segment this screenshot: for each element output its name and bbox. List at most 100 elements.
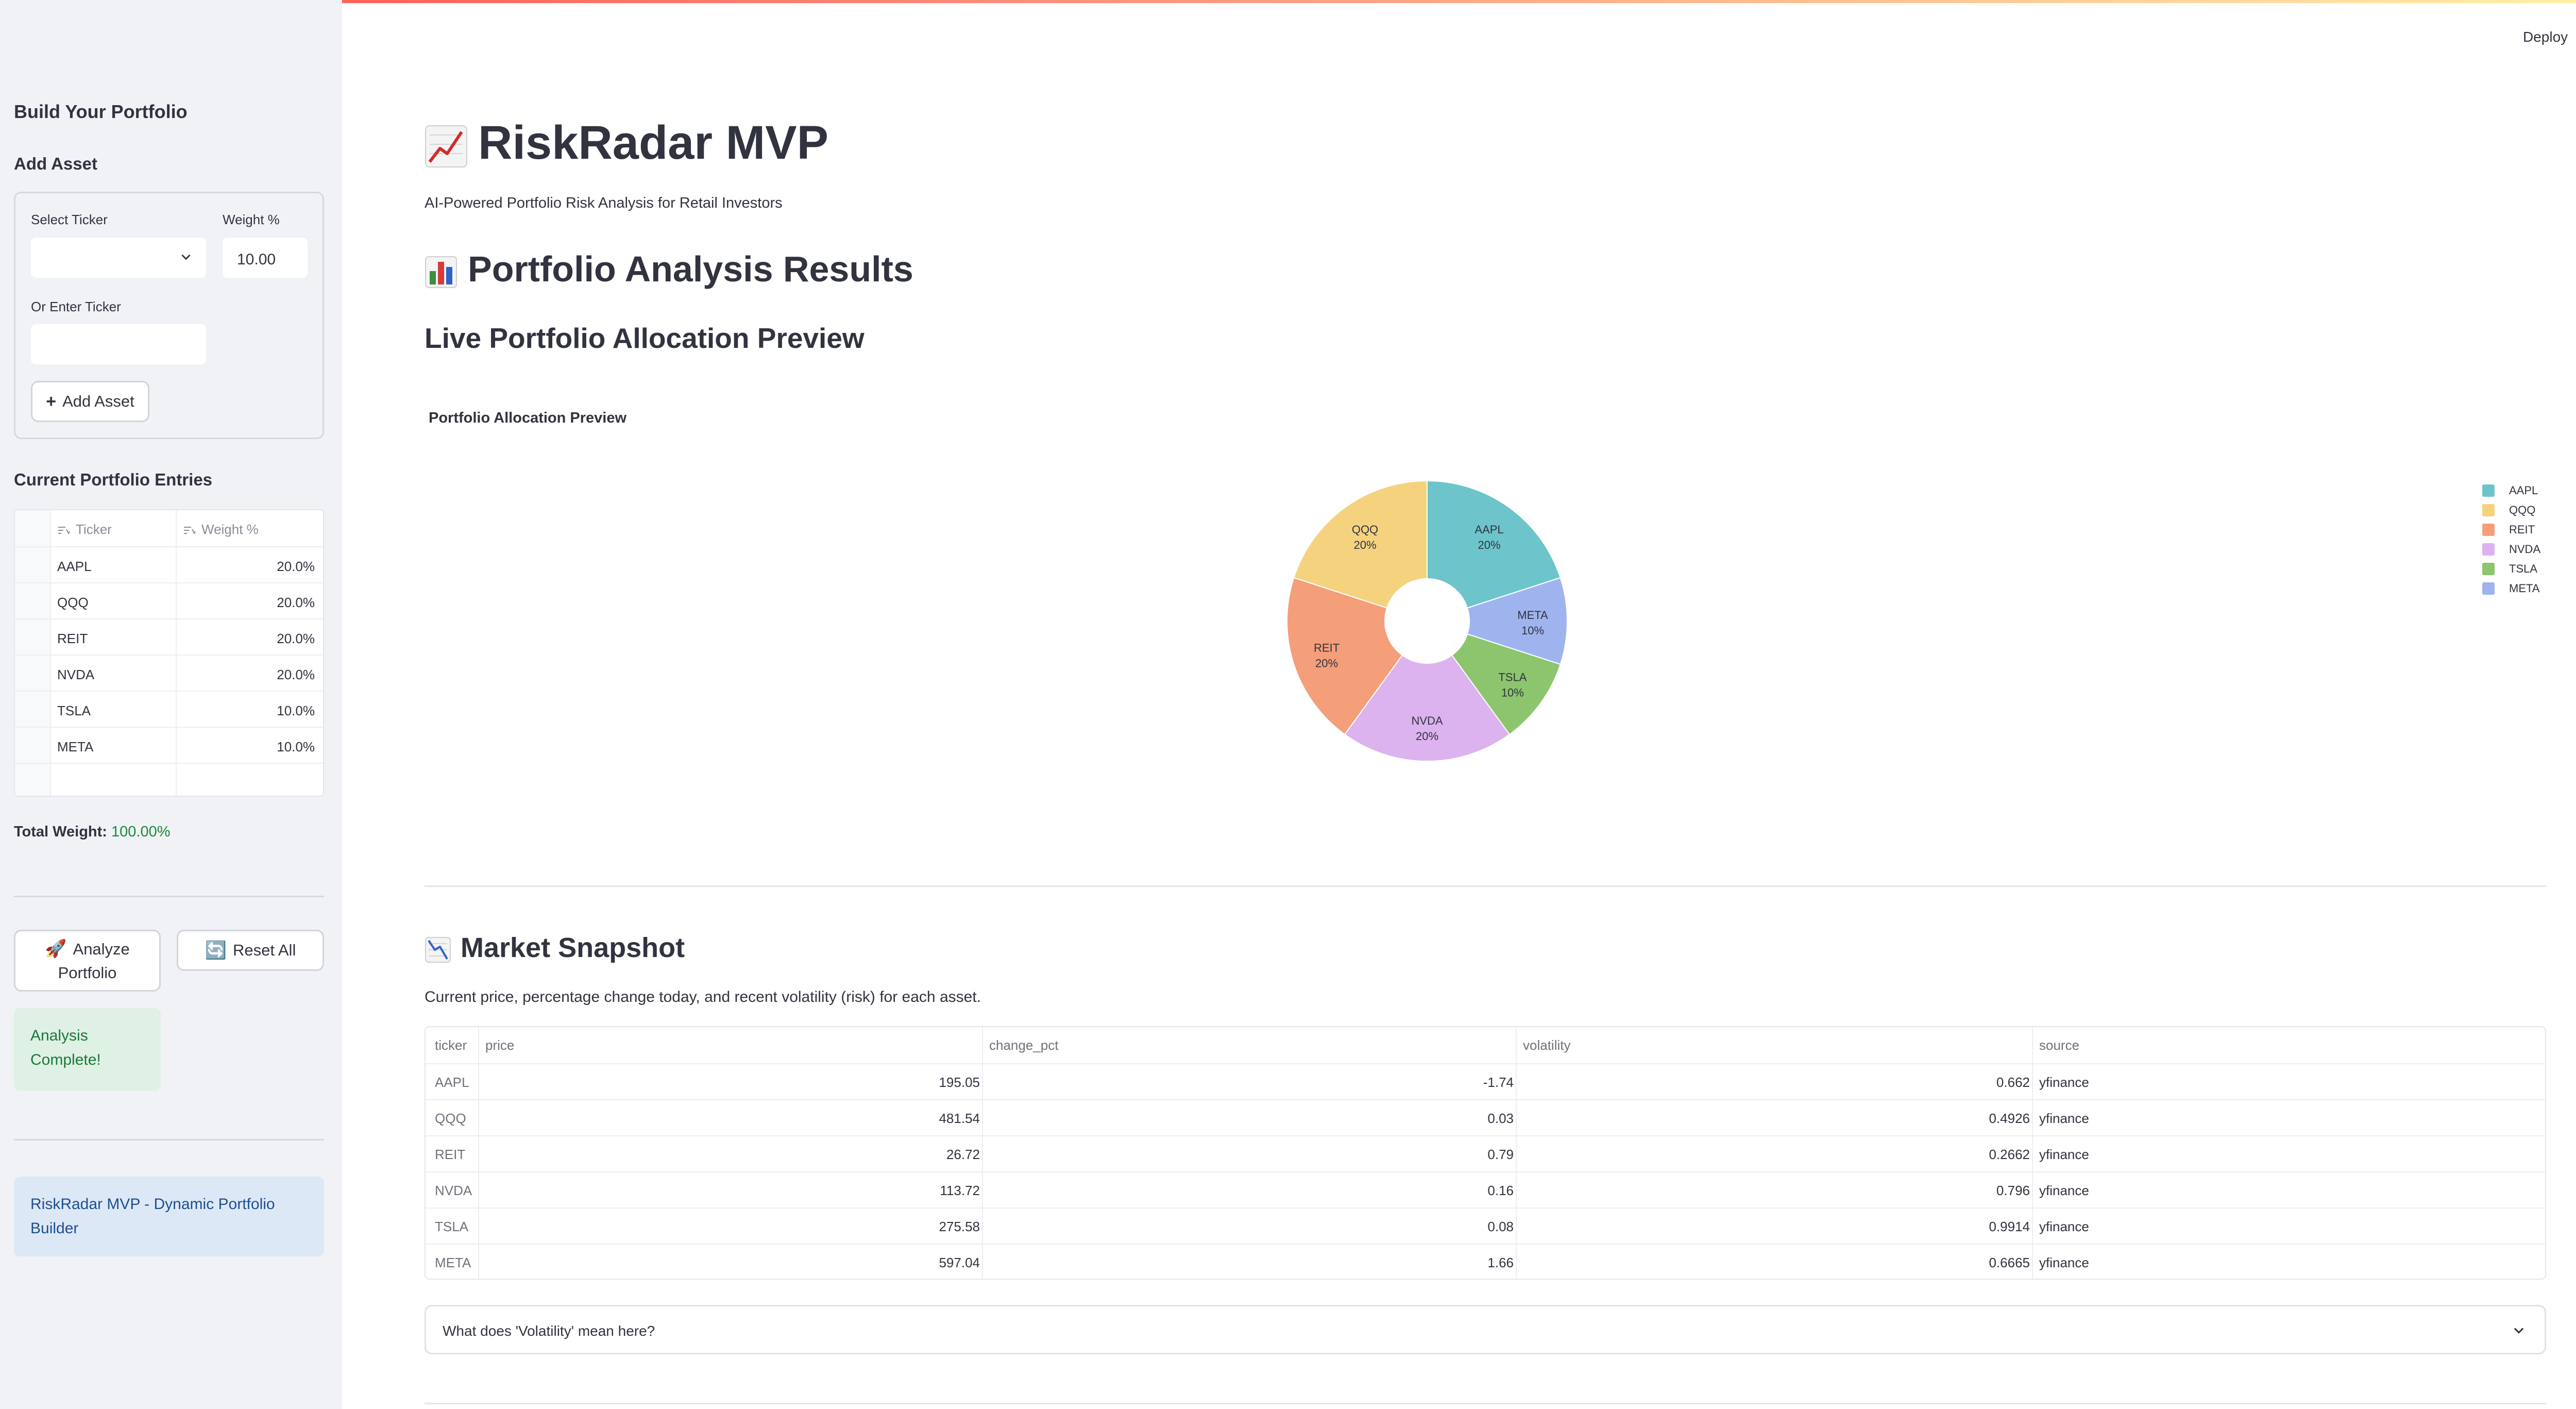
table-row[interactable]: TSLA 275.58 0.08 0.9914 yfinance <box>426 1207 2545 1244</box>
ticker-cell[interactable]: AAPL <box>57 559 92 575</box>
table-row[interactable]: NVDA 113.72 0.16 0.796 yfinance <box>426 1171 2545 1207</box>
text-column-icon <box>184 527 196 535</box>
source-cell[interactable]: yfinance <box>2039 1255 2089 1271</box>
volatility-cell[interactable]: 0.4926 <box>1989 1111 2030 1127</box>
change-pct-cell[interactable]: 0.08 <box>1487 1219 1514 1235</box>
enter-ticker-input[interactable] <box>31 324 206 364</box>
ticker-cell[interactable]: META <box>57 739 93 755</box>
change-pct-cell[interactable]: -1.74 <box>1483 1075 1514 1091</box>
info-message-line2: Builder <box>30 1220 79 1237</box>
slice-percent-label: 20% <box>1478 539 1500 551</box>
source-cell[interactable]: yfinance <box>2039 1147 2089 1163</box>
ticker-cell[interactable]: AAPL <box>435 1075 469 1091</box>
market-snapshot-table[interactable]: ticker price change_pct volatility sourc… <box>425 1026 2546 1280</box>
text-column-icon <box>58 527 70 535</box>
sidebar-divider <box>14 896 324 897</box>
success-message-line2: Complete! <box>30 1051 101 1068</box>
page-subtitle: AI-Powered Portfolio Risk Analysis for R… <box>425 195 783 211</box>
column-header-source[interactable]: source <box>2039 1037 2079 1053</box>
table-row[interactable]: AAPL 20.0% <box>15 546 323 582</box>
ticker-cell[interactable]: NVDA <box>57 667 94 683</box>
allocation-donut-chart[interactable]: AAPL 20% META 10% TSLA 10% NVDA 20% REIT 20% QQQ 20… <box>1278 472 1577 770</box>
legend-swatch <box>2482 504 2495 516</box>
source-cell[interactable]: yfinance <box>2039 1219 2089 1235</box>
slice-percent-label: 10% <box>1521 624 1544 637</box>
ticker-cell[interactable]: REIT <box>435 1147 465 1163</box>
weight-cell[interactable]: 20.0% <box>277 631 315 647</box>
ticker-cell[interactable]: REIT <box>57 631 88 647</box>
column-header-volatility[interactable]: volatility <box>1523 1037 1570 1053</box>
price-cell[interactable]: 113.72 <box>940 1183 980 1199</box>
weight-cell[interactable]: 10.0% <box>277 739 315 755</box>
chart-decreasing-icon <box>425 936 451 963</box>
weight-label: Weight % <box>223 212 280 227</box>
source-cell[interactable]: yfinance <box>2039 1075 2089 1091</box>
table-row[interactable]: REIT 20.0% <box>15 618 323 655</box>
ticker-cell[interactable]: QQQ <box>435 1111 466 1127</box>
table-row[interactable]: REIT 26.72 0.79 0.2662 yfinance <box>426 1135 2545 1171</box>
price-cell[interactable]: 597.04 <box>939 1255 980 1271</box>
legend-swatch <box>2482 484 2495 497</box>
ticker-cell[interactable]: TSLA <box>57 703 91 719</box>
volatility-cell[interactable]: 0.662 <box>1996 1075 2030 1091</box>
empty-add-row[interactable] <box>15 763 323 796</box>
add-asset-button[interactable]: + Add Asset <box>31 381 149 422</box>
source-cell[interactable]: yfinance <box>2039 1111 2089 1127</box>
table-row[interactable]: META 10.0% <box>15 727 323 763</box>
table-header-row: ticker price change_pct volatility sourc… <box>426 1027 2545 1063</box>
results-heading: Portfolio Analysis Results <box>425 248 913 290</box>
price-cell[interactable]: 195.05 <box>939 1075 980 1091</box>
weight-cell[interactable]: 20.0% <box>277 559 315 575</box>
table-row[interactable]: QQQ 20.0% <box>15 582 323 618</box>
change-pct-cell[interactable]: 0.03 <box>1487 1111 1514 1127</box>
select-ticker-dropdown[interactable] <box>31 238 206 278</box>
volatility-cell[interactable]: 0.9914 <box>1989 1219 2030 1235</box>
price-cell[interactable]: 481.54 <box>939 1111 980 1127</box>
ticker-cell[interactable]: QQQ <box>57 595 89 611</box>
table-row[interactable]: TSLA 10.0% <box>15 691 323 727</box>
deploy-button[interactable]: Deploy <box>2523 29 2568 45</box>
change-pct-cell[interactable]: 0.16 <box>1487 1183 1514 1199</box>
weight-cell[interactable]: 20.0% <box>277 595 315 611</box>
weight-column-header[interactable]: Weight % <box>183 522 259 538</box>
volatility-expander[interactable]: What does 'Volatility' mean here? <box>425 1305 2546 1354</box>
snapshot-heading: Market Snapshot <box>425 932 685 964</box>
chart-title: Portfolio Allocation Preview <box>429 410 627 426</box>
table-row[interactable]: NVDA 20.0% <box>15 655 323 691</box>
bar-chart-icon <box>425 256 457 288</box>
ticker-cell[interactable]: NVDA <box>435 1183 472 1199</box>
column-header-change-pct[interactable]: change_pct <box>989 1037 1058 1053</box>
volatility-cell[interactable]: 0.6665 <box>1989 1255 2030 1271</box>
weight-cell[interactable]: 20.0% <box>277 667 315 683</box>
slice-percent-label: 20% <box>1353 539 1376 551</box>
table-row[interactable]: QQQ 481.54 0.03 0.4926 yfinance <box>426 1099 2545 1135</box>
rocket-icon: 🚀 <box>45 938 67 959</box>
volatility-cell[interactable]: 0.796 <box>1996 1183 2030 1199</box>
entries-heading: Current Portfolio Entries <box>14 470 213 489</box>
table-row[interactable]: META 597.04 1.66 0.6665 yfinance <box>426 1244 2545 1279</box>
change-pct-cell[interactable]: 0.79 <box>1487 1147 1514 1163</box>
column-header-price[interactable]: price <box>485 1037 514 1053</box>
weight-cell[interactable]: 10.0% <box>277 703 315 719</box>
change-pct-cell[interactable]: 1.66 <box>1487 1255 1514 1271</box>
analyze-button-label-line2: Portfolio <box>58 963 117 982</box>
ticker-cell[interactable]: TSLA <box>435 1219 468 1235</box>
sidebar-divider <box>14 1139 324 1140</box>
volatility-cell[interactable]: 0.2662 <box>1989 1147 2030 1163</box>
weight-input[interactable]: 10.00 <box>223 238 308 278</box>
source-cell[interactable]: yfinance <box>2039 1183 2089 1199</box>
column-header-ticker[interactable]: ticker <box>435 1037 467 1053</box>
top-accent-bar <box>0 0 2576 3</box>
portfolio-entries-table[interactable]: Ticker Weight % AAPL 20.0% QQQ 20.0% REIT 2… <box>14 509 324 797</box>
page-title: RiskRadar MVP <box>425 116 828 170</box>
slice-label: AAPL <box>1475 523 1503 536</box>
add-asset-heading: Add Asset <box>14 154 97 173</box>
analyze-portfolio-button[interactable]: 🚀 Analyze Portfolio <box>14 930 161 992</box>
table-row[interactable]: AAPL 195.05 -1.74 0.662 yfinance <box>426 1063 2545 1099</box>
price-cell[interactable]: 26.72 <box>946 1147 980 1163</box>
reset-all-button[interactable]: 🔄 Reset All <box>177 930 324 971</box>
price-cell[interactable]: 275.58 <box>939 1219 980 1235</box>
legend-swatch <box>2482 543 2495 556</box>
ticker-cell[interactable]: META <box>435 1255 471 1271</box>
ticker-column-header[interactable]: Ticker <box>57 522 112 538</box>
